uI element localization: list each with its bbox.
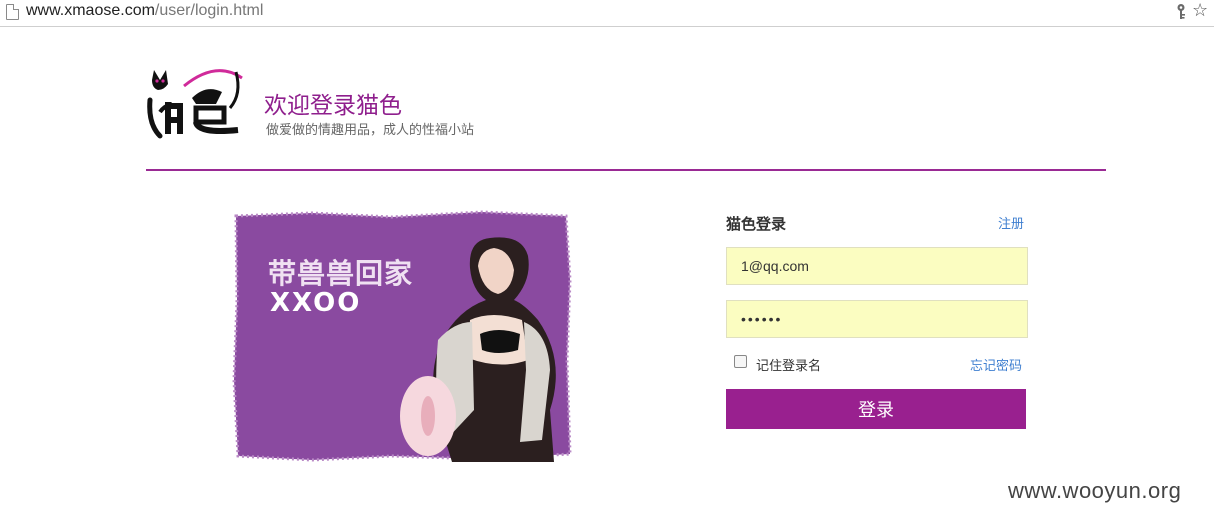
remember-checkbox[interactable] <box>734 355 747 368</box>
url-path: /user/login.html <box>154 2 264 19</box>
login-form-title: 猫色登录 <box>726 215 787 233</box>
forgot-password-link[interactable]: 忘记密码 <box>970 355 1022 374</box>
url-host: www.xmaose.com <box>26 2 155 19</box>
header-divider <box>146 169 1106 171</box>
page-title: 欢迎登录猫色 <box>264 93 402 119</box>
login-button[interactable]: 登录 <box>726 389 1026 429</box>
page-icon <box>6 4 19 20</box>
site-slogan: 做爱做的情趣用品，成人的性福小站 <box>266 123 475 138</box>
banner-headline: 带兽兽回家 <box>268 257 414 290</box>
username-input[interactable] <box>726 247 1028 285</box>
key-icon[interactable] <box>1174 3 1188 21</box>
password-input[interactable] <box>726 300 1028 338</box>
promo-banner-image <box>232 210 572 462</box>
star-outline-icon[interactable]: ☆ <box>1192 2 1210 20</box>
register-link[interactable]: 注册 <box>998 213 1024 232</box>
address-bar[interactable]: www.xmaose.com/user/login.html ☆ <box>0 0 1214 27</box>
url-text[interactable]: www.xmaose.com/user/login.html <box>26 2 263 20</box>
banner-subheadline: XXOO <box>270 288 362 318</box>
watermark: www.wooyun.org <box>1008 478 1182 503</box>
site-logo[interactable] <box>146 64 246 140</box>
remember-label: 记住登录名 <box>756 359 822 374</box>
